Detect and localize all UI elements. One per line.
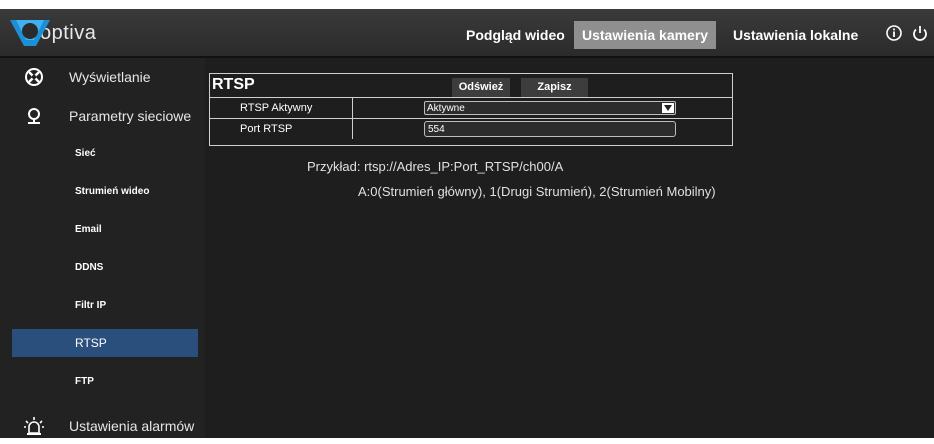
sidebar: Wyświetlanie Parametry sieciowe Sieć Str…: [0, 58, 205, 438]
power-icon[interactable]: [911, 24, 929, 42]
select-value: Aktywne: [427, 103, 465, 114]
network-icon: [23, 105, 45, 127]
sidebar-item-label: Parametry sieciowe: [69, 108, 192, 124]
main-content: RTSP Odśwież Zapisz RTSP Aktywny Aktywne…: [205, 58, 934, 438]
sidebar-subitem-email[interactable]: Email: [12, 216, 198, 244]
rtsp-settings-panel: RTSP Odśwież Zapisz RTSP Aktywny Aktywne…: [209, 73, 733, 146]
rtsp-active-label: RTSP Aktywny: [240, 102, 313, 114]
refresh-button[interactable]: Odśwież: [452, 78, 510, 97]
display-settings-icon: [23, 66, 45, 88]
info-icon[interactable]: [885, 24, 903, 42]
panel-title: RTSP: [212, 76, 255, 93]
rtsp-port-input[interactable]: 554: [424, 121, 676, 137]
settings-row-rtsp-port: Port RTSP 554: [210, 119, 732, 139]
chevron-down-icon: [662, 103, 674, 113]
sidebar-subitem-ftp[interactable]: FTP: [12, 368, 198, 396]
logo-mark-icon: [10, 18, 54, 48]
brand-logo: optiva: [10, 15, 96, 51]
sidebar-subitem-ddns[interactable]: DDNS: [12, 254, 198, 282]
sidebar-subitem-network[interactable]: Sieć: [12, 140, 198, 168]
sidebar-item-alarm-settings[interactable]: Ustawienia alarmów: [0, 408, 205, 444]
save-button[interactable]: Zapisz: [521, 78, 588, 97]
top-navigation-bar: optiva Podgląd wideo Ustawienia kamery U…: [0, 9, 934, 58]
sidebar-subitem-ip-filter[interactable]: Filtr IP: [12, 292, 198, 320]
rtsp-active-select[interactable]: Aktywne: [424, 101, 676, 115]
stream-index-hint: A:0(Strumień główny), 1(Drugi Strumień),…: [358, 184, 716, 199]
sidebar-item-label: Wyświetlanie: [69, 69, 151, 85]
nav-tab-video-preview[interactable]: Podgląd wideo: [458, 21, 573, 49]
sidebar-item-network-parameters[interactable]: Parametry sieciowe: [0, 98, 205, 134]
rtsp-example-hint: Przykład: rtsp://Adres_IP:Port_RTSP/ch00…: [307, 159, 564, 174]
sidebar-item-display[interactable]: Wyświetlanie: [0, 59, 205, 95]
sidebar-subitem-rtsp[interactable]: RTSP: [12, 329, 198, 357]
panel-header: RTSP Odśwież Zapisz: [210, 74, 732, 98]
sidebar-subitem-video-stream[interactable]: Strumień wideo: [12, 178, 198, 206]
nav-tab-local-settings[interactable]: Ustawienia lokalne: [725, 21, 866, 49]
nav-tab-camera-settings[interactable]: Ustawienia kamery: [574, 21, 717, 49]
alarm-light-icon: [23, 415, 45, 437]
settings-row-rtsp-active: RTSP Aktywny Aktywne: [210, 98, 732, 119]
sidebar-item-label: Ustawienia alarmów: [69, 418, 195, 434]
rtsp-port-label: Port RTSP: [240, 123, 293, 135]
app-window: optiva Podgląd wideo Ustawienia kamery U…: [0, 9, 934, 438]
